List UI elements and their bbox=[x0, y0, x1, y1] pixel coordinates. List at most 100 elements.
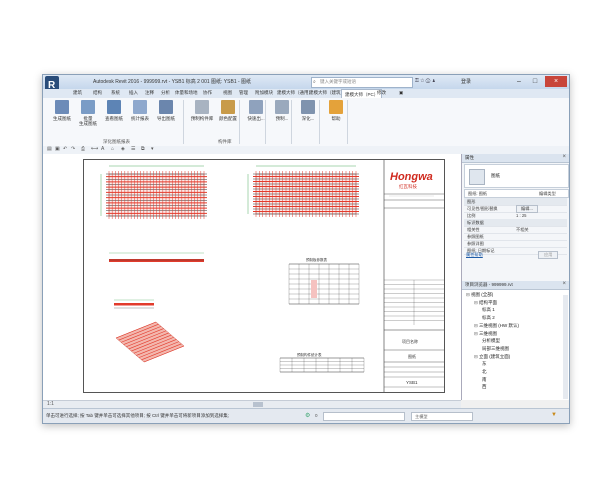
redo-icon[interactable]: ↷ bbox=[71, 146, 75, 152]
tab-6[interactable]: 体量和场地 bbox=[175, 90, 198, 96]
apply-button[interactable]: 应用 bbox=[538, 251, 559, 259]
property-value[interactable]: 1 : 25 bbox=[516, 213, 526, 218]
parameter-table: 预制板参数表 bbox=[288, 257, 360, 305]
browser-node[interactable]: 东 bbox=[482, 361, 487, 367]
ribbon-tool-icon bbox=[55, 100, 69, 114]
search-icon: ⌕ bbox=[313, 79, 316, 85]
status-text: 单击可进行选择; 按 Tab 键并单击可选择其他项目; 按 Ctrl 键并单击可… bbox=[46, 413, 230, 418]
filter-icon[interactable]: ▼ bbox=[551, 412, 557, 418]
tab-overflow-icon[interactable]: ▣ bbox=[399, 90, 403, 96]
instance-selector[interactable]: 图纸: 图纸 编辑类型 bbox=[464, 189, 569, 198]
browser-node[interactable]: 局部三维视图 bbox=[482, 346, 509, 352]
info-center-icons[interactable]: ⚿ ☆ ⓘ ♟ bbox=[415, 78, 436, 84]
open-icon[interactable]: ▤ bbox=[47, 146, 52, 152]
ribbon-button-10[interactable]: 帮助 bbox=[323, 100, 349, 121]
browser-node[interactable]: 南 bbox=[482, 377, 487, 383]
browser-node[interactable]: 标高 2 bbox=[482, 315, 495, 321]
thin-lines-icon[interactable]: ☰ bbox=[131, 146, 135, 152]
search-input[interactable]: ⌕ 键入关键字或短语 bbox=[311, 77, 413, 88]
close-button[interactable]: × bbox=[545, 76, 567, 87]
edit-type-button[interactable]: 编辑类型 bbox=[539, 191, 556, 197]
undo-icon[interactable]: ↶ bbox=[63, 146, 67, 152]
browser-header: 项目浏览器 - 999999.rvt × bbox=[462, 281, 569, 290]
ribbon-button-1[interactable]: 批量 生成图纸 bbox=[75, 100, 101, 126]
tab-5[interactable]: 分析 bbox=[161, 90, 170, 96]
properties-header: 属性 × bbox=[462, 154, 569, 163]
view-scale[interactable]: 1:1 bbox=[47, 401, 54, 407]
browser-node[interactable]: ⊟ 视图 (全部) bbox=[466, 292, 493, 298]
browser-node-label: 结构平面 bbox=[479, 299, 498, 305]
tab-14[interactable]: 修改 bbox=[377, 90, 386, 96]
browser-node[interactable]: ⊟ 结构平面 bbox=[474, 300, 497, 306]
ribbon-button-2[interactable]: 查看图纸 bbox=[101, 100, 127, 121]
project-browser: 项目浏览器 - 999999.rvt × ⊟ 视图 (全部) ⊟ 结构平面 标高 … bbox=[462, 281, 569, 400]
close-hidden-icon[interactable]: ⧉ bbox=[141, 146, 145, 152]
tab-4[interactable]: 注释 bbox=[145, 90, 154, 96]
ribbon-button-label: 预制构件库 bbox=[190, 116, 214, 121]
properties-help-link[interactable]: 属性帮助 bbox=[466, 252, 483, 258]
ribbon-button-6[interactable]: 颜色配置 bbox=[215, 100, 241, 121]
ribbon-separator bbox=[265, 100, 266, 144]
browser-node[interactable]: 北 bbox=[482, 369, 487, 375]
selection-count: 0 bbox=[315, 413, 318, 418]
properties-close-icon[interactable]: × bbox=[562, 154, 566, 160]
tab-3[interactable]: 插入 bbox=[129, 90, 138, 96]
tab-11[interactable]: 建模大师（通用） bbox=[277, 90, 313, 96]
ribbon-button-3[interactable]: 统计报表 bbox=[127, 100, 153, 121]
ribbon-button-9[interactable]: 深化... bbox=[295, 100, 321, 121]
model-selector[interactable]: 主模型 bbox=[411, 412, 473, 421]
title-block: Hongwa 红瓦科技 项目名称 图纸 YSB1 bbox=[383, 160, 444, 392]
tab-12[interactable]: 建模大师（建筑） bbox=[309, 90, 345, 96]
ribbon-separator bbox=[291, 100, 292, 144]
qat-dropdown-icon[interactable]: ▾ bbox=[151, 146, 154, 152]
maximize-button[interactable]: □ bbox=[527, 76, 543, 87]
ribbon-button-5[interactable]: 预制构件库 bbox=[189, 100, 215, 121]
ribbon-button-label: 导出图纸 bbox=[157, 116, 175, 121]
tab-8[interactable]: 视图 bbox=[223, 90, 232, 96]
browser-node[interactable]: 西 bbox=[482, 384, 487, 390]
title-bar: R Autodesk Revit 2016 - 999999.rvt - YSB… bbox=[43, 75, 569, 92]
tab-2[interactable]: 系统 bbox=[111, 90, 120, 96]
text-icon[interactable]: A bbox=[101, 146, 104, 152]
ribbon-tool-icon bbox=[301, 100, 315, 114]
precast-slab-plan-left[interactable] bbox=[100, 165, 207, 219]
precast-slab-plan-right[interactable] bbox=[247, 165, 359, 217]
ribbon-separator bbox=[183, 100, 184, 144]
search-placeholder: 键入关键字或短语 bbox=[320, 79, 356, 84]
ribbon-panel: 生成图纸 批量 生成图纸 查看图纸 统计报表 导出图纸 预制构件库 颜色配置 快速出... 预制.… bbox=[43, 98, 569, 147]
slab-3d-view[interactable] bbox=[115, 321, 185, 363]
tab-9[interactable]: 管理 bbox=[239, 90, 248, 96]
browser-node[interactable]: 分析模型 bbox=[482, 338, 500, 344]
ribbon-button-label: 统计报表 bbox=[131, 116, 149, 121]
minimize-button[interactable]: – bbox=[511, 76, 527, 87]
design-options-box[interactable] bbox=[323, 412, 405, 421]
view-3d-icon[interactable]: ⌂ bbox=[111, 146, 114, 152]
measure-icon[interactable]: ⟷ bbox=[91, 146, 98, 152]
ribbon-separator bbox=[319, 100, 320, 144]
login-button[interactable]: 登录 bbox=[461, 78, 471, 85]
slab-section-detail bbox=[114, 299, 154, 309]
browser-scrollbar[interactable] bbox=[563, 295, 568, 399]
tab-10[interactable]: 附加模块 bbox=[255, 90, 273, 96]
type-selector[interactable]: 图纸 bbox=[464, 164, 569, 188]
browser-node[interactable]: ⊟ 立面 (建筑立面) bbox=[474, 354, 510, 360]
section-icon[interactable]: ◈ bbox=[121, 146, 125, 152]
ribbon-tool-icon bbox=[81, 100, 95, 114]
project-name-label: 项目名称 bbox=[402, 338, 418, 344]
browser-close-icon[interactable]: × bbox=[562, 281, 566, 287]
save-icon[interactable]: ▣ bbox=[55, 146, 60, 152]
browser-node[interactable]: ⊟ 三维视图 bbox=[474, 331, 497, 337]
tab-1[interactable]: 结构 bbox=[93, 90, 102, 96]
model-label: 主模型 bbox=[415, 414, 428, 419]
print-icon[interactable]: ⎙ bbox=[81, 146, 85, 152]
workset-icon[interactable]: ⚙ bbox=[305, 412, 310, 419]
browser-node[interactable]: 标高 1 bbox=[482, 307, 495, 313]
browser-node[interactable]: ⊟ 三维视图 (HW 默认) bbox=[474, 323, 519, 329]
horizontal-scroll-thumb[interactable] bbox=[253, 402, 263, 407]
ribbon-button-0[interactable]: 生成图纸 bbox=[49, 100, 75, 121]
tab-0[interactable]: 建筑 bbox=[73, 90, 82, 96]
tab-7[interactable]: 协作 bbox=[203, 90, 212, 96]
drawing-canvas[interactable]: 预制板参数表 预制构件统计表 Hongwa 红瓦科技 项目名称 图纸 YSB1 bbox=[43, 154, 462, 400]
ribbon-button-4[interactable]: 导出图纸 bbox=[153, 100, 179, 121]
ribbon-button-label: 生成图纸 bbox=[53, 116, 71, 121]
